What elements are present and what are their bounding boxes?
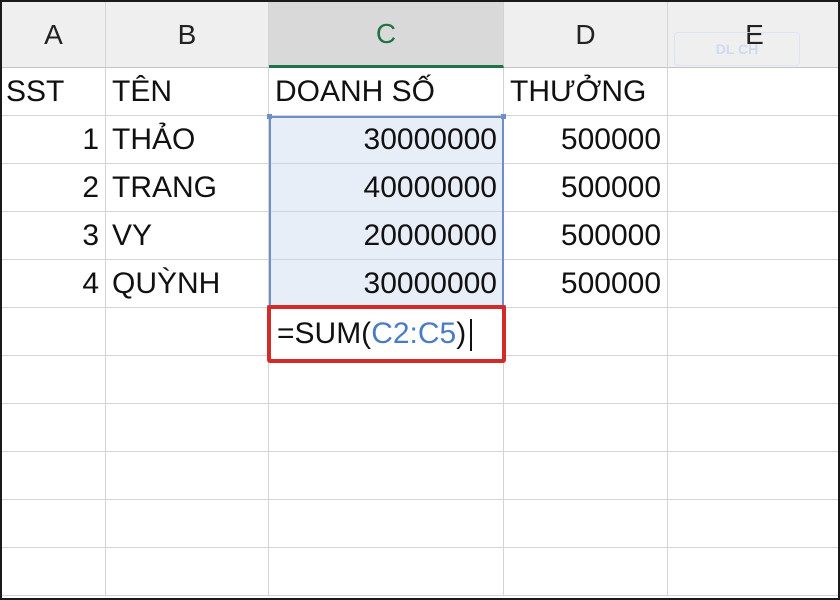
cell-e8[interactable]: [668, 404, 838, 452]
cell-d9[interactable]: [504, 452, 668, 500]
cell-d4[interactable]: 500000: [504, 212, 668, 260]
cell-b8[interactable]: [106, 404, 269, 452]
spreadsheet-grid: A B C D E DL CH SST TÊN DOANH SỐ THƯỞNG …: [0, 0, 840, 600]
cell-c4[interactable]: 20000000: [269, 212, 504, 260]
cell-c6-formula-editor[interactable]: =SUM(C2:C5): [267, 305, 506, 363]
cell-c7[interactable]: [269, 356, 504, 404]
column-header-c[interactable]: C: [269, 2, 504, 68]
column-header-b[interactable]: B: [106, 2, 269, 68]
cell-a8[interactable]: [2, 404, 106, 452]
cell-c2[interactable]: 30000000: [269, 116, 504, 164]
cell-d1[interactable]: THƯỞNG: [504, 68, 668, 116]
cell-d2[interactable]: 500000: [504, 116, 668, 164]
formula-prefix: =SUM(: [277, 317, 372, 350]
cell-e1[interactable]: [668, 68, 838, 116]
cell-d6[interactable]: [504, 308, 668, 356]
cell-b6[interactable]: [106, 308, 269, 356]
cell-b2[interactable]: THẢO: [106, 116, 269, 164]
cell-d5[interactable]: 500000: [504, 260, 668, 308]
watermark-logo: DL CH: [674, 32, 800, 66]
cell-a10[interactable]: [2, 500, 106, 548]
cell-e9[interactable]: [668, 452, 838, 500]
cell-d10[interactable]: [504, 500, 668, 548]
cell-d7[interactable]: [504, 356, 668, 404]
cell-d3[interactable]: 500000: [504, 164, 668, 212]
cell-a6[interactable]: [2, 308, 106, 356]
cell-c10[interactable]: [269, 500, 504, 548]
cell-c11[interactable]: [269, 548, 504, 596]
cell-e11[interactable]: [668, 548, 838, 596]
cell-a5[interactable]: 4: [2, 260, 106, 308]
formula-suffix: ): [456, 317, 467, 350]
cell-b11[interactable]: [106, 548, 269, 596]
cell-d8[interactable]: [504, 404, 668, 452]
column-header-a[interactable]: A: [2, 2, 106, 68]
cell-e5[interactable]: [668, 260, 838, 308]
cell-e6[interactable]: [668, 308, 838, 356]
cell-a2[interactable]: 1: [2, 116, 106, 164]
cell-e4[interactable]: [668, 212, 838, 260]
cell-e10[interactable]: [668, 500, 838, 548]
cell-a9[interactable]: [2, 452, 106, 500]
cell-c3[interactable]: 40000000: [269, 164, 504, 212]
cell-c8[interactable]: [269, 404, 504, 452]
cell-a1[interactable]: SST: [2, 68, 106, 116]
cell-b5[interactable]: QUỲNH: [106, 260, 269, 308]
cell-b3[interactable]: TRANG: [106, 164, 269, 212]
cell-c9[interactable]: [269, 452, 504, 500]
cell-b10[interactable]: [106, 500, 269, 548]
cell-a4[interactable]: 3: [2, 212, 106, 260]
cell-d11[interactable]: [504, 548, 668, 596]
cell-a3[interactable]: 2: [2, 164, 106, 212]
cell-e7[interactable]: [668, 356, 838, 404]
cell-e3[interactable]: [668, 164, 838, 212]
cell-c5[interactable]: 30000000: [269, 260, 504, 308]
text-caret: [470, 319, 473, 352]
cell-a7[interactable]: [2, 356, 106, 404]
formula-range-reference: C2:C5: [371, 317, 457, 350]
cell-e2[interactable]: [668, 116, 838, 164]
cell-b9[interactable]: [106, 452, 269, 500]
cell-b1[interactable]: TÊN: [106, 68, 269, 116]
cell-c1[interactable]: DOANH SỐ: [269, 68, 504, 116]
cell-a11[interactable]: [2, 548, 106, 596]
cell-b7[interactable]: [106, 356, 269, 404]
column-header-d[interactable]: D: [504, 2, 668, 68]
cell-b4[interactable]: VY: [106, 212, 269, 260]
